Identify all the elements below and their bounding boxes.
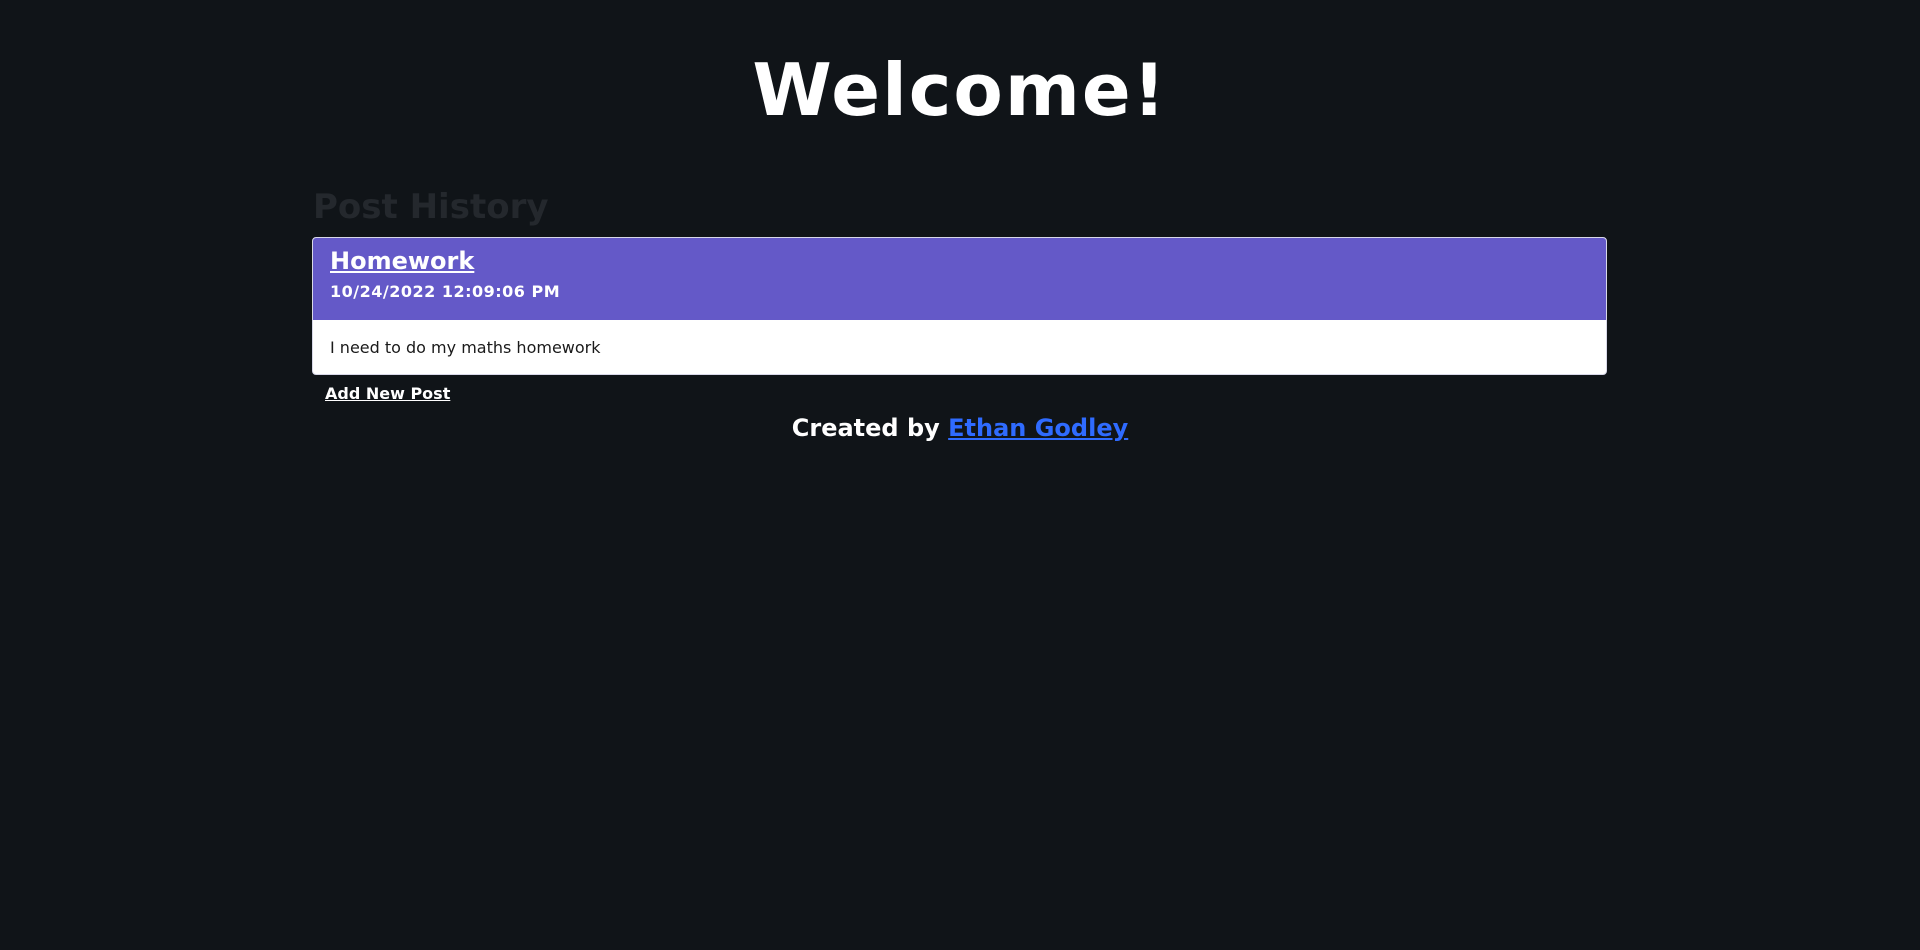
page-title: Welcome! bbox=[752, 48, 1168, 132]
post-history-heading: Post History bbox=[313, 187, 549, 227]
author-link[interactable]: Ethan Godley bbox=[948, 414, 1128, 442]
post-card: Homework 10/24/2022 12:09:06 PM I need t… bbox=[312, 237, 1607, 375]
footer-prefix: Created by bbox=[791, 414, 940, 442]
page: Welcome! Post History Homework 10/24/202… bbox=[0, 0, 1920, 950]
post-title-link[interactable]: Homework bbox=[330, 246, 474, 276]
footer: Created by Ethan Godley bbox=[0, 413, 1920, 443]
add-new-post-link[interactable]: Add New Post bbox=[325, 384, 450, 404]
post-card-header: Homework 10/24/2022 12:09:06 PM bbox=[313, 238, 1606, 320]
post-date: 10/24/2022 12:09:06 PM bbox=[330, 282, 561, 301]
post-body: I need to do my maths homework bbox=[330, 338, 601, 357]
